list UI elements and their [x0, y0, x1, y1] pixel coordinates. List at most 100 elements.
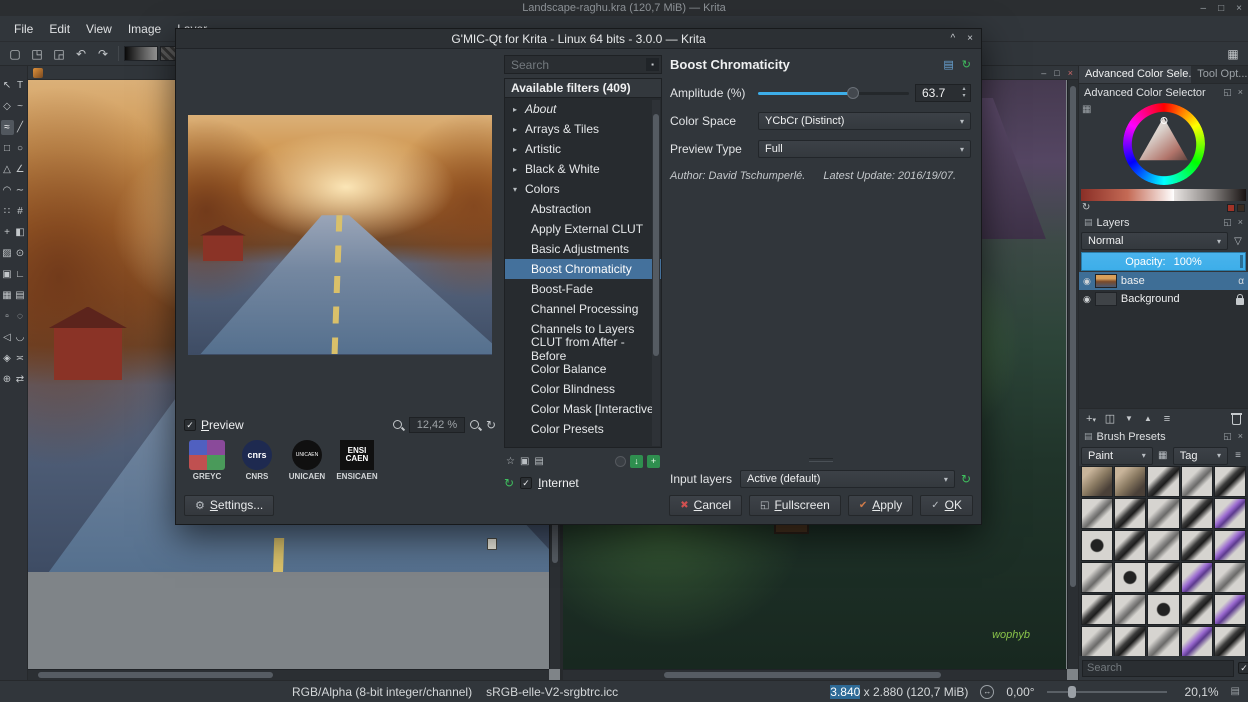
filter-tree-row[interactable]: ▸ About	[505, 99, 661, 119]
brush-view-grid-icon[interactable]: ▦	[1155, 450, 1171, 461]
filter-tree-row[interactable]: Abstraction	[505, 199, 661, 219]
menu-file[interactable]: File	[6, 19, 41, 39]
ensicaen-logo[interactable]: ENSI CAEN ENSICAEN	[336, 440, 378, 481]
pan-tool[interactable]: ⇄	[14, 372, 27, 387]
close-docker-icon[interactable]: ×	[1238, 87, 1243, 98]
brush-preset[interactable]	[1180, 498, 1213, 529]
filter-tree-row[interactable]: CLUT from After - Before	[505, 335, 661, 363]
brush-close-icon[interactable]: ×	[1238, 431, 1243, 442]
brush-preset[interactable]	[1114, 562, 1147, 593]
preview-type-dropdown[interactable]: Full ▾	[758, 140, 971, 158]
brush-preset[interactable]	[1114, 594, 1147, 625]
input-layers-dropdown[interactable]: Active (default) ▾	[740, 470, 955, 488]
rect-select-tool[interactable]: ▫	[1, 309, 14, 324]
brush-preset[interactable]	[1180, 626, 1213, 656]
ok-button[interactable]: ✓ OK	[920, 494, 973, 516]
filter-tree-row[interactable]: Boost-Fade	[505, 279, 661, 299]
shade-strip-warm[interactable]	[1081, 189, 1175, 201]
maximize-button[interactable]: □	[1218, 3, 1224, 14]
move-layer-down-button[interactable]: ▼	[1121, 414, 1137, 423]
delete-layer-button[interactable]	[1231, 412, 1242, 425]
right-view-vertical-scrollbar[interactable]	[1067, 80, 1078, 669]
zoom-slider[interactable]	[1046, 685, 1167, 699]
multibrush-tool[interactable]: ∷	[1, 204, 14, 219]
spin-down-icon[interactable]: ▾	[962, 93, 965, 100]
tag-dropdown[interactable]: Tag ▾	[1172, 446, 1228, 465]
internet-checkbox[interactable]: ✓	[520, 477, 533, 489]
brush-preset[interactable]	[1213, 530, 1246, 561]
brush-preset[interactable]	[1180, 530, 1213, 561]
crop-tool[interactable]: #	[14, 204, 27, 219]
filter-tree-row[interactable]: ▾ Colors	[505, 179, 661, 199]
filter-search-input[interactable]	[507, 57, 646, 72]
layer-visibility-icon[interactable]: ◉	[1083, 276, 1091, 287]
menu-view[interactable]: View	[78, 19, 120, 39]
save-document-button[interactable]: ◲	[49, 44, 69, 64]
greyc-logo[interactable]: GREYC	[186, 440, 228, 481]
duplicate-layer-button[interactable]: ◫	[1102, 412, 1118, 425]
blend-mode-dropdown[interactable]: Normal ▾	[1081, 232, 1228, 250]
subwindow-minimize-button[interactable]: –	[1041, 68, 1046, 78]
layers-close-icon[interactable]: ×	[1238, 217, 1243, 228]
contiguous-select-tool[interactable]: ◈	[1, 351, 14, 366]
brush-preset[interactable]	[1180, 594, 1213, 625]
brush-preset[interactable]	[1147, 594, 1180, 625]
history-swatch-red[interactable]	[1227, 203, 1235, 212]
import-preset-icon[interactable]: ▣	[520, 456, 529, 467]
brush-preset[interactable]	[1213, 466, 1246, 497]
refresh-input-layers-icon[interactable]: ↻	[961, 472, 971, 486]
filter-tree-row[interactable]: ▸ Arrays & Tiles	[505, 119, 661, 139]
gradient-tool[interactable]: ▨	[1, 246, 14, 261]
zoom-out-icon[interactable]	[392, 419, 405, 432]
filter-tree-row[interactable]: Color Mask [Interactive]	[505, 399, 661, 419]
filter-preview-image[interactable]	[188, 114, 492, 355]
apply-button[interactable]: ✔ Apply	[847, 494, 914, 516]
subwindow-close-button[interactable]: ×	[1068, 68, 1073, 78]
assistants-tool[interactable]: ▦	[1, 288, 14, 303]
tab-tool-options[interactable]: Tool Opt...	[1191, 66, 1248, 83]
preview-reset-icon[interactable]: ↻	[486, 418, 496, 432]
brush-preset[interactable]	[1114, 466, 1147, 497]
inherit-alpha-icon[interactable]: α	[1238, 276, 1244, 287]
edit-shapes-tool[interactable]: ◇	[1, 99, 14, 114]
filter-in-tag-checkbox[interactable]: ✓	[1238, 662, 1248, 674]
add-filter-icon[interactable]: +	[647, 454, 660, 468]
filters-scrollbar[interactable]	[652, 100, 660, 446]
dialog-shade-button[interactable]: ^	[950, 33, 955, 44]
float-docker-icon[interactable]: ◱	[1223, 87, 1232, 98]
panel-splitter-handle[interactable]	[808, 458, 833, 462]
layer-visibility-icon[interactable]: ◉	[1083, 294, 1091, 305]
filter-tree-row[interactable]: Basic Adjustments	[505, 239, 661, 259]
cnrs-logo[interactable]: cnrs CNRS	[236, 440, 278, 481]
download-filters-icon[interactable]: ↓	[630, 454, 643, 468]
layer-properties-button[interactable]: ≡	[1159, 413, 1175, 425]
update-filters-icon[interactable]: ↻	[504, 476, 514, 490]
filter-tree-row[interactable]: Color Presets	[505, 419, 661, 439]
menu-image[interactable]: Image	[120, 19, 169, 39]
open-document-button[interactable]: ◳	[27, 44, 47, 64]
brush-preset[interactable]	[1114, 626, 1147, 656]
brush-preset[interactable]	[1081, 498, 1114, 529]
freehand-brush-tool[interactable]: ≈	[0, 120, 14, 135]
history-swatch-dark[interactable]	[1237, 203, 1245, 212]
gmic-dialog-titlebar[interactable]: G'MIC-Qt for Krita - Linux 64 bits - 3.0…	[176, 29, 981, 49]
brush-preset[interactable]	[1147, 562, 1180, 593]
ellipse-tool[interactable]: ○	[14, 141, 27, 156]
record-icon[interactable]	[615, 455, 626, 467]
brush-preset[interactable]	[1180, 466, 1213, 497]
opacity-slider[interactable]: Opacity: 100%	[1081, 252, 1246, 271]
right-view-horizontal-scrollbar[interactable]	[563, 669, 1067, 680]
move-tool[interactable]: +	[1, 225, 14, 240]
smart-patch-tool[interactable]: ▣	[1, 267, 14, 282]
brush-search-input[interactable]	[1082, 659, 1234, 677]
add-favorite-icon[interactable]: ☆	[506, 456, 515, 467]
new-document-button[interactable]: ▢	[5, 44, 25, 64]
tree-arrow-icon[interactable]: ▾	[513, 185, 521, 194]
shade-strip-neutral[interactable]	[1174, 189, 1246, 201]
amplitude-slider-handle[interactable]	[847, 87, 860, 99]
minimize-button[interactable]: –	[1201, 3, 1207, 14]
search-icon[interactable]: ▪	[646, 58, 659, 71]
bezier-curve-tool[interactable]: ◠	[1, 183, 14, 198]
color-space-dropdown[interactable]: YCbCr (Distinct) ▾	[758, 112, 971, 130]
brush-preset[interactable]	[1213, 594, 1246, 625]
